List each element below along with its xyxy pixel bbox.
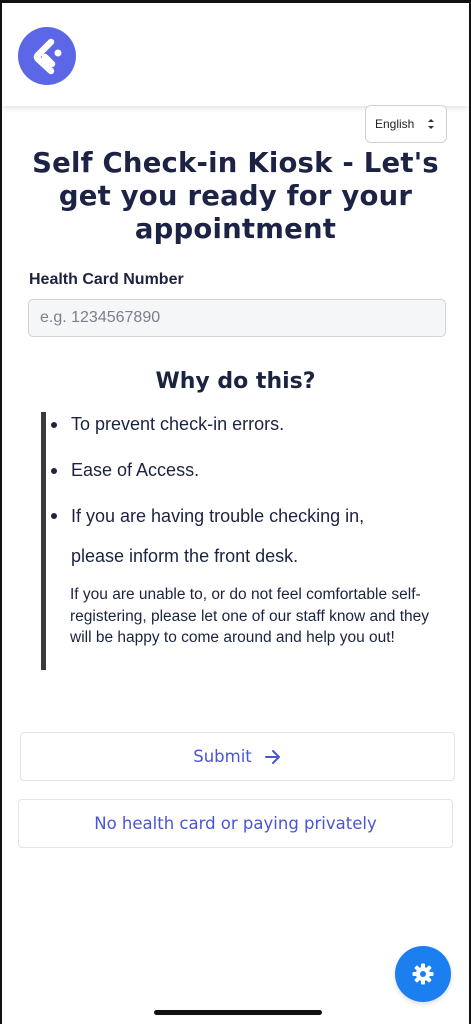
why-info-block: To prevent check-in errors. Ease of Acce…: [41, 412, 441, 670]
settings-button[interactable]: [395, 946, 451, 1002]
bullet-icon: [51, 422, 57, 428]
list-item-text: To prevent check-in errors.: [71, 414, 285, 434]
submit-button-label: Submit: [193, 747, 252, 766]
arrow-right-icon: [264, 749, 280, 764]
app-screen: English Self Check-in Kiosk - Let's get …: [0, 0, 471, 1024]
health-card-label: Health Card Number: [29, 271, 184, 288]
list-item: To prevent check-in errors.: [51, 414, 285, 435]
list-item: If you are having trouble checking in, p…: [51, 496, 401, 576]
list-item-text: Ease of Access.: [71, 460, 200, 480]
page-title: Self Check-in Kiosk - Let's get you read…: [32, 147, 439, 245]
list-item: Ease of Access.: [51, 460, 200, 481]
app-logo-icon[interactable]: [18, 27, 76, 85]
gear-icon: [412, 963, 434, 985]
list-item-text: If you are having trouble checking in, p…: [71, 506, 365, 566]
why-heading: Why do this?: [155, 369, 316, 394]
app-header: [2, 3, 469, 106]
no-health-card-button-label: No health card or paying privately: [94, 814, 377, 833]
bullet-icon: [51, 468, 57, 474]
sort-arrows-icon: [428, 119, 434, 129]
language-select[interactable]: English: [365, 105, 447, 143]
bullet-icon: [51, 513, 57, 519]
submit-button[interactable]: Submit: [20, 732, 455, 781]
language-selected-value: English: [375, 117, 415, 131]
assistance-note: If you are unable to, or do not feel com…: [70, 586, 430, 646]
home-indicator[interactable]: [154, 1010, 322, 1015]
health-card-input[interactable]: [28, 299, 446, 337]
no-health-card-button[interactable]: No health card or paying privately: [18, 799, 453, 848]
